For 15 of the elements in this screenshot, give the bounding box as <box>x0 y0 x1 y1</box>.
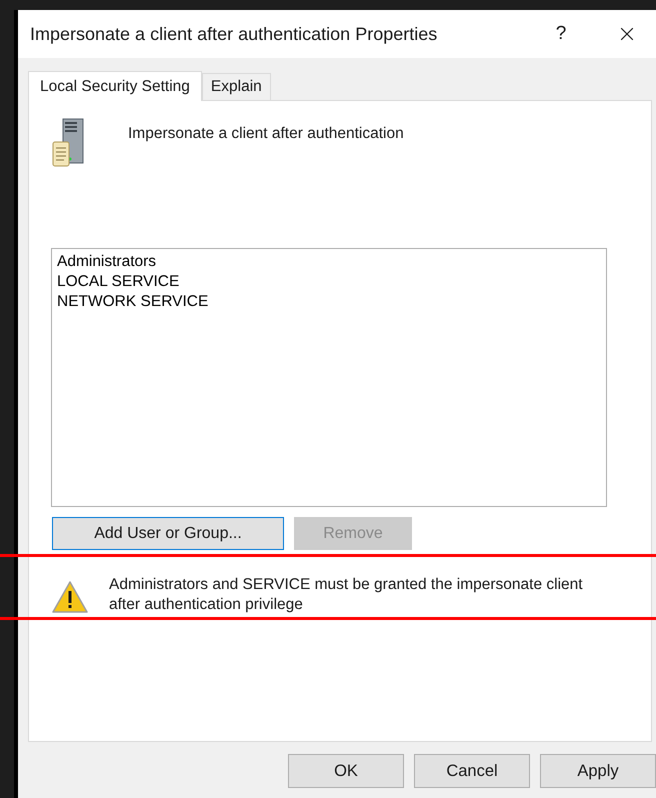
warning-message: Administrators and SERVICE must be granted the impersonate client after authentication privilege <box>109 575 584 615</box>
dialog-button[interactable]: Cancel <box>414 754 530 788</box>
tab[interactable]: Local Security Setting <box>28 71 202 101</box>
dialog-button[interactable]: OK <box>288 754 404 788</box>
warning-icon <box>51 580 89 614</box>
action-button[interactable]: Add User or Group... <box>52 517 284 550</box>
list-item[interactable]: Administrators <box>57 252 606 272</box>
dialog-button[interactable]: Apply <box>540 754 656 788</box>
tab[interactable]: Explain <box>202 73 271 100</box>
list-item[interactable]: LOCAL SERVICE <box>57 272 606 292</box>
list-item[interactable]: NETWORK SERVICE <box>57 292 606 312</box>
members-list[interactable]: Administrators LOCAL SERVICE NETWORK SERVICE <box>51 248 607 507</box>
policy-name: Impersonate a client after authentication <box>128 124 404 144</box>
help-button[interactable]: ? <box>546 20 576 48</box>
window-title: Impersonate a client after authentication Properties <box>30 22 438 46</box>
